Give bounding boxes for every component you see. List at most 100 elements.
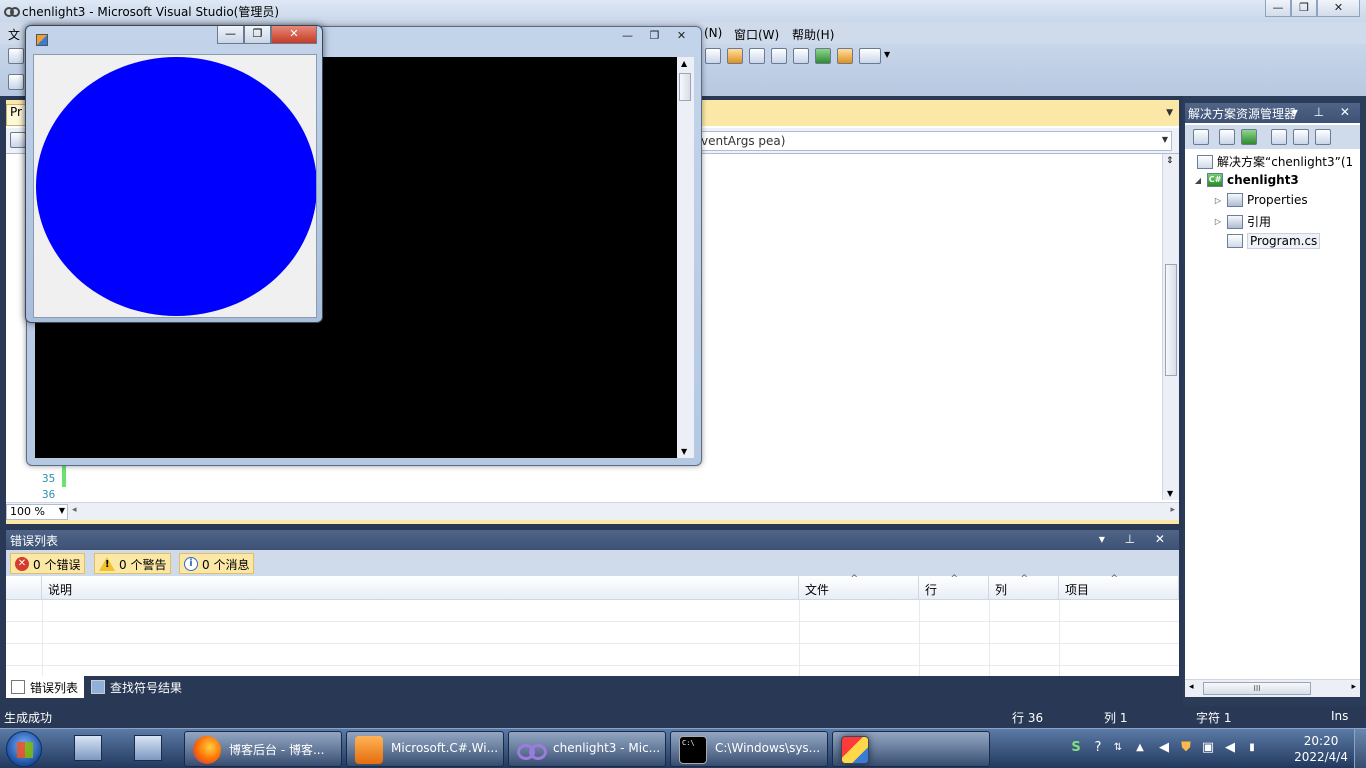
console-window-controls: — ❐ ✕ [614,28,695,44]
close-button[interactable]: ✕ [668,28,695,44]
column-file[interactable]: 文件 ^ [799,574,919,600]
maximize-button[interactable]: ❐ [1291,0,1317,17]
scroll-right-icon[interactable]: ▸ [1170,505,1175,515]
show-desktop-icon[interactable] [134,735,162,761]
close-button[interactable]: ✕ [271,26,317,44]
keyboard-icon[interactable]: ⇅ [1110,740,1126,756]
menu-help[interactable]: 帮助(H) [792,26,834,43]
minimize-button[interactable]: — [1265,0,1291,17]
shield-icon[interactable]: ⛊ [1178,740,1194,756]
visual-studio-icon [517,736,547,764]
clock[interactable]: 20:20 2022/4/4 [1294,733,1348,765]
explorer-icon[interactable] [74,735,102,761]
expand-icon[interactable]: ▷ [1213,217,1223,226]
close-button[interactable]: ✕ [1317,0,1360,17]
panel-controls[interactable]: ▾ ⊥ ✕ [1099,532,1173,546]
tab-find-symbol-results[interactable]: 查找符号结果 [86,676,188,698]
visual-studio-icon [4,5,20,17]
help-icon[interactable]: ? [1090,740,1106,756]
menu-file[interactable]: 文 [8,26,20,43]
new-project-icon[interactable] [8,48,24,64]
show-desktop-button[interactable] [1354,729,1366,768]
errors-filter-button[interactable]: ✕ 0 个错误 [10,553,86,574]
solution-horizontal-scrollbar[interactable]: ◂ III ▸ [1185,679,1360,697]
tree-properties[interactable]: ▷ Properties [1213,193,1308,207]
find-icon[interactable] [705,48,721,64]
scroll-down-icon[interactable]: ▼ [681,447,687,456]
column-type[interactable] [6,576,42,600]
command-window-icon[interactable] [859,48,881,64]
sort-icon: ^ [950,574,958,584]
split-icon[interactable]: ⇕ [1166,156,1174,166]
network-icon[interactable]: ▮ [1244,740,1260,756]
console-scrollbar[interactable]: ▲ ▼ [677,57,694,458]
show-hidden-icons[interactable]: ▲ [1132,740,1148,756]
task-visual-studio[interactable]: chenlight3 - Mic... [508,731,666,767]
tab-label: 查找符号结果 [110,681,183,695]
bottom-tool-tabs: 错误列表 查找符号结果 [6,676,1179,698]
properties-icon[interactable] [727,48,743,64]
collapse-icon[interactable]: ◢ [1193,176,1203,185]
properties-icon[interactable] [1193,129,1209,145]
tree-solution[interactable]: 解决方案“chenlight3”(1 [1197,153,1353,170]
solution-explorer-title: 解决方案资源管理器 [1188,107,1297,121]
minimize-button[interactable]: — [614,28,641,44]
form-window-controls: — ❐ ✕ [217,26,317,44]
tools-icon[interactable] [793,48,809,64]
object-browser-icon[interactable] [749,48,765,64]
scroll-left-icon[interactable]: ◂ [72,505,77,515]
view-code-icon[interactable] [1271,129,1287,145]
task-firefox[interactable]: 博客后台 - 博客... [184,731,342,767]
document-tab-program[interactable]: Pr [6,104,26,126]
task-pdf[interactable]: Microsoft.C#.Wi... [346,731,504,767]
expand-icon[interactable]: ▷ [1213,196,1223,205]
tree-references[interactable]: ▷ 引用 [1213,213,1271,230]
column-divider [799,600,800,676]
column-col[interactable]: 列 ^ [989,574,1059,600]
volume-icon[interactable]: ◀ [1222,740,1238,756]
tree-program-cs[interactable]: Program.cs [1227,233,1321,249]
tree-label: 解决方案“chenlight3”(1 [1217,155,1354,169]
scroll-thumb[interactable]: III [1203,682,1311,695]
scroll-thumb[interactable] [679,73,691,101]
table-row [6,644,1179,666]
messages-filter-button[interactable]: i 0 个消息 [179,553,255,574]
device-icon[interactable]: ▣ [1200,740,1216,756]
column-line[interactable]: 行 ^ [919,574,989,600]
show-all-files-icon[interactable] [1219,129,1235,145]
warnings-filter-button[interactable]: ! 0 个警告 [94,553,172,574]
maximize-button[interactable]: ❐ [641,28,668,44]
extension-icon[interactable] [837,48,853,64]
speaker-mute-icon[interactable]: ◀ [1156,740,1172,756]
class-diagram-icon[interactable] [1315,129,1331,145]
class-view-icon[interactable] [771,48,787,64]
start-page-icon[interactable] [815,48,831,64]
editor-vertical-scrollbar[interactable]: ⇕ ▼ [1162,154,1179,500]
input-method-icon[interactable]: S [1068,740,1084,756]
scroll-up-icon[interactable]: ▲ [681,59,687,68]
column-description[interactable]: 说明 [42,576,799,600]
task-form[interactable] [832,731,990,767]
panel-controls[interactable]: ▾ ⊥ ✕ [1292,105,1356,119]
view-designer-icon[interactable] [1293,129,1309,145]
toolbar-dropdown-icon[interactable]: ▼ [884,50,890,59]
tab-error-list[interactable]: 错误列表 [6,676,85,698]
menu-window[interactable]: 窗口(W) [734,26,779,43]
scroll-left-icon[interactable]: ◂ [1189,682,1194,692]
minimize-button[interactable]: — [217,26,244,44]
menu-n[interactable]: (N) [704,26,722,40]
toolbar-grip-icon[interactable] [8,74,24,90]
member-combo[interactable]: ventArgs pea) ▼ [696,131,1172,151]
scroll-thumb[interactable] [1165,264,1177,376]
zoom-combo[interactable]: 100 % ▼ [6,504,68,520]
start-button[interactable] [6,731,42,767]
refresh-icon[interactable] [1241,129,1257,145]
tree-project[interactable]: ◢ C# chenlight3 [1193,173,1299,187]
scroll-down-icon[interactable]: ▼ [1167,489,1173,498]
task-console[interactable]: C:\ C:\Windows\sys... [670,731,828,767]
column-project[interactable]: 项目 ^ [1059,574,1179,600]
tab-list-dropdown-icon[interactable]: ▼ [1166,108,1173,118]
status-bar: 生成成功 行 36 列 1 字符 1 Ins [0,706,1366,728]
scroll-right-icon[interactable]: ▸ [1351,682,1356,692]
maximize-button[interactable]: ❐ [244,26,271,44]
